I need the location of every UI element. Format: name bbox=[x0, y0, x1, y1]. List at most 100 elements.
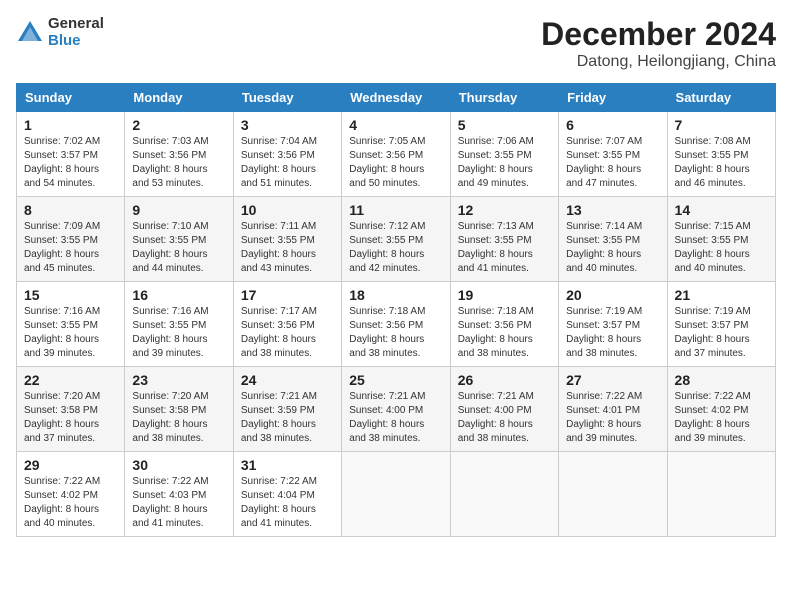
day-info: Sunrise: 7:16 AM Sunset: 3:55 PM Dayligh… bbox=[132, 305, 225, 361]
day-number: 29 bbox=[24, 457, 117, 473]
day-number: 6 bbox=[566, 117, 659, 133]
calendar-day-cell: 4 Sunrise: 7:05 AM Sunset: 3:56 PM Daylig… bbox=[342, 112, 450, 197]
day-info: Sunrise: 7:17 AM Sunset: 3:56 PM Dayligh… bbox=[241, 305, 334, 361]
day-number: 11 bbox=[349, 202, 442, 218]
logo-icon bbox=[16, 19, 44, 47]
calendar-day-cell: 27 Sunrise: 7:22 AM Sunset: 4:01 PM Dayli… bbox=[559, 367, 667, 452]
day-info: Sunrise: 7:19 AM Sunset: 3:57 PM Dayligh… bbox=[566, 305, 659, 361]
day-number: 2 bbox=[132, 117, 225, 133]
day-number: 12 bbox=[458, 202, 551, 218]
calendar-day-cell bbox=[559, 452, 667, 537]
day-info: Sunrise: 7:13 AM Sunset: 3:55 PM Dayligh… bbox=[458, 220, 551, 276]
day-info: Sunrise: 7:18 AM Sunset: 3:56 PM Dayligh… bbox=[458, 305, 551, 361]
day-info: Sunrise: 7:22 AM Sunset: 4:02 PM Dayligh… bbox=[675, 390, 768, 446]
calendar-week-row: 8Sunrise: 7:09 AM Sunset: 3:55 PM Daylig… bbox=[17, 197, 776, 282]
calendar-table: SundayMondayTuesdayWednesdayThursdayFrid… bbox=[16, 83, 776, 537]
day-info: Sunrise: 7:20 AM Sunset: 3:58 PM Dayligh… bbox=[132, 390, 225, 446]
day-number: 30 bbox=[132, 457, 225, 473]
day-info: Sunrise: 7:18 AM Sunset: 3:56 PM Dayligh… bbox=[349, 305, 442, 361]
day-info: Sunrise: 7:10 AM Sunset: 3:55 PM Dayligh… bbox=[132, 220, 225, 276]
day-info: Sunrise: 7:06 AM Sunset: 3:55 PM Dayligh… bbox=[458, 135, 551, 191]
calendar-day-cell: 17 Sunrise: 7:17 AM Sunset: 3:56 PM Dayli… bbox=[233, 282, 341, 367]
calendar-day-cell: 23 Sunrise: 7:20 AM Sunset: 3:58 PM Dayli… bbox=[125, 367, 233, 452]
calendar-body: 1Sunrise: 7:02 AM Sunset: 3:57 PM Daylig… bbox=[17, 112, 776, 537]
day-of-week-header: Wednesday bbox=[342, 84, 450, 112]
calendar-week-row: 29 Sunrise: 7:22 AM Sunset: 4:02 PM Dayli… bbox=[17, 452, 776, 537]
calendar-day-cell: 26 Sunrise: 7:21 AM Sunset: 4:00 PM Dayli… bbox=[450, 367, 558, 452]
day-number: 17 bbox=[241, 287, 334, 303]
day-info: Sunrise: 7:20 AM Sunset: 3:58 PM Dayligh… bbox=[24, 390, 117, 446]
calendar-day-cell: 12 Sunrise: 7:13 AM Sunset: 3:55 PM Dayli… bbox=[450, 197, 558, 282]
calendar-day-cell: 25 Sunrise: 7:21 AM Sunset: 4:00 PM Dayli… bbox=[342, 367, 450, 452]
day-number: 25 bbox=[349, 372, 442, 388]
day-number: 28 bbox=[675, 372, 768, 388]
calendar-day-cell: 9 Sunrise: 7:10 AM Sunset: 3:55 PM Daylig… bbox=[125, 197, 233, 282]
day-info: Sunrise: 7:14 AM Sunset: 3:55 PM Dayligh… bbox=[566, 220, 659, 276]
day-number: 22 bbox=[24, 372, 117, 388]
calendar-day-cell: 3 Sunrise: 7:04 AM Sunset: 3:56 PM Daylig… bbox=[233, 112, 341, 197]
calendar-week-row: 22 Sunrise: 7:20 AM Sunset: 3:58 PM Dayli… bbox=[17, 367, 776, 452]
day-info: Sunrise: 7:21 AM Sunset: 3:59 PM Dayligh… bbox=[241, 390, 334, 446]
day-info: Sunrise: 7:21 AM Sunset: 4:00 PM Dayligh… bbox=[349, 390, 442, 446]
day-info: Sunrise: 7:22 AM Sunset: 4:01 PM Dayligh… bbox=[566, 390, 659, 446]
day-of-week-header: Thursday bbox=[450, 84, 558, 112]
day-number: 7 bbox=[675, 117, 768, 133]
calendar-day-cell: 29 Sunrise: 7:22 AM Sunset: 4:02 PM Dayli… bbox=[17, 452, 125, 537]
day-number: 5 bbox=[458, 117, 551, 133]
calendar-day-cell: 6 Sunrise: 7:07 AM Sunset: 3:55 PM Daylig… bbox=[559, 112, 667, 197]
calendar-day-cell: 16 Sunrise: 7:16 AM Sunset: 3:55 PM Dayli… bbox=[125, 282, 233, 367]
calendar-day-cell: 30 Sunrise: 7:22 AM Sunset: 4:03 PM Dayli… bbox=[125, 452, 233, 537]
header-row: SundayMondayTuesdayWednesdayThursdayFrid… bbox=[17, 84, 776, 112]
day-info: Sunrise: 7:04 AM Sunset: 3:56 PM Dayligh… bbox=[241, 135, 334, 191]
calendar-day-cell: 11 Sunrise: 7:12 AM Sunset: 3:55 PM Dayli… bbox=[342, 197, 450, 282]
day-of-week-header: Tuesday bbox=[233, 84, 341, 112]
day-number: 10 bbox=[241, 202, 334, 218]
calendar-day-cell bbox=[450, 452, 558, 537]
day-of-week-header: Friday bbox=[559, 84, 667, 112]
day-number: 24 bbox=[241, 372, 334, 388]
day-info: Sunrise: 7:03 AM Sunset: 3:56 PM Dayligh… bbox=[132, 135, 225, 191]
calendar-day-cell: 1Sunrise: 7:02 AM Sunset: 3:57 PM Daylig… bbox=[17, 112, 125, 197]
calendar-day-cell: 2 Sunrise: 7:03 AM Sunset: 3:56 PM Daylig… bbox=[125, 112, 233, 197]
calendar-day-cell: 18 Sunrise: 7:18 AM Sunset: 3:56 PM Dayli… bbox=[342, 282, 450, 367]
calendar-week-row: 15 Sunrise: 7:16 AM Sunset: 3:55 PM Dayli… bbox=[17, 282, 776, 367]
title-section: December 2024 Datong, Heilongjiang, Chin… bbox=[541, 16, 776, 71]
calendar-day-cell: 7 Sunrise: 7:08 AM Sunset: 3:55 PM Daylig… bbox=[667, 112, 775, 197]
day-number: 27 bbox=[566, 372, 659, 388]
day-number: 23 bbox=[132, 372, 225, 388]
day-number: 18 bbox=[349, 287, 442, 303]
day-number: 13 bbox=[566, 202, 659, 218]
day-info: Sunrise: 7:22 AM Sunset: 4:03 PM Dayligh… bbox=[132, 475, 225, 531]
calendar-day-cell: 31Sunrise: 7:22 AM Sunset: 4:04 PM Dayli… bbox=[233, 452, 341, 537]
logo-text: General Blue bbox=[48, 16, 104, 49]
day-number: 15 bbox=[24, 287, 117, 303]
calendar-day-cell: 13 Sunrise: 7:14 AM Sunset: 3:55 PM Dayli… bbox=[559, 197, 667, 282]
day-info: Sunrise: 7:05 AM Sunset: 3:56 PM Dayligh… bbox=[349, 135, 442, 191]
calendar-day-cell bbox=[667, 452, 775, 537]
day-number: 19 bbox=[458, 287, 551, 303]
day-number: 9 bbox=[132, 202, 225, 218]
day-of-week-header: Monday bbox=[125, 84, 233, 112]
day-number: 16 bbox=[132, 287, 225, 303]
day-info: Sunrise: 7:12 AM Sunset: 3:55 PM Dayligh… bbox=[349, 220, 442, 276]
calendar-day-cell: 14 Sunrise: 7:15 AM Sunset: 3:55 PM Dayli… bbox=[667, 197, 775, 282]
day-info: Sunrise: 7:16 AM Sunset: 3:55 PM Dayligh… bbox=[24, 305, 117, 361]
day-info: Sunrise: 7:07 AM Sunset: 3:55 PM Dayligh… bbox=[566, 135, 659, 191]
day-info: Sunrise: 7:19 AM Sunset: 3:57 PM Dayligh… bbox=[675, 305, 768, 361]
day-info: Sunrise: 7:21 AM Sunset: 4:00 PM Dayligh… bbox=[458, 390, 551, 446]
logo: General Blue bbox=[16, 16, 104, 49]
day-of-week-header: Sunday bbox=[17, 84, 125, 112]
day-info: Sunrise: 7:08 AM Sunset: 3:55 PM Dayligh… bbox=[675, 135, 768, 191]
calendar-day-cell: 8Sunrise: 7:09 AM Sunset: 3:55 PM Daylig… bbox=[17, 197, 125, 282]
calendar-day-cell: 21 Sunrise: 7:19 AM Sunset: 3:57 PM Dayli… bbox=[667, 282, 775, 367]
day-number: 14 bbox=[675, 202, 768, 218]
day-info: Sunrise: 7:22 AM Sunset: 4:02 PM Dayligh… bbox=[24, 475, 117, 531]
day-number: 3 bbox=[241, 117, 334, 133]
day-info: Sunrise: 7:15 AM Sunset: 3:55 PM Dayligh… bbox=[675, 220, 768, 276]
calendar-day-cell: 19 Sunrise: 7:18 AM Sunset: 3:56 PM Dayli… bbox=[450, 282, 558, 367]
page-header: General Blue December 2024 Datong, Heilo… bbox=[16, 16, 776, 71]
calendar-day-cell: 20Sunrise: 7:19 AM Sunset: 3:57 PM Dayli… bbox=[559, 282, 667, 367]
day-number: 26 bbox=[458, 372, 551, 388]
day-number: 21 bbox=[675, 287, 768, 303]
day-number: 4 bbox=[349, 117, 442, 133]
